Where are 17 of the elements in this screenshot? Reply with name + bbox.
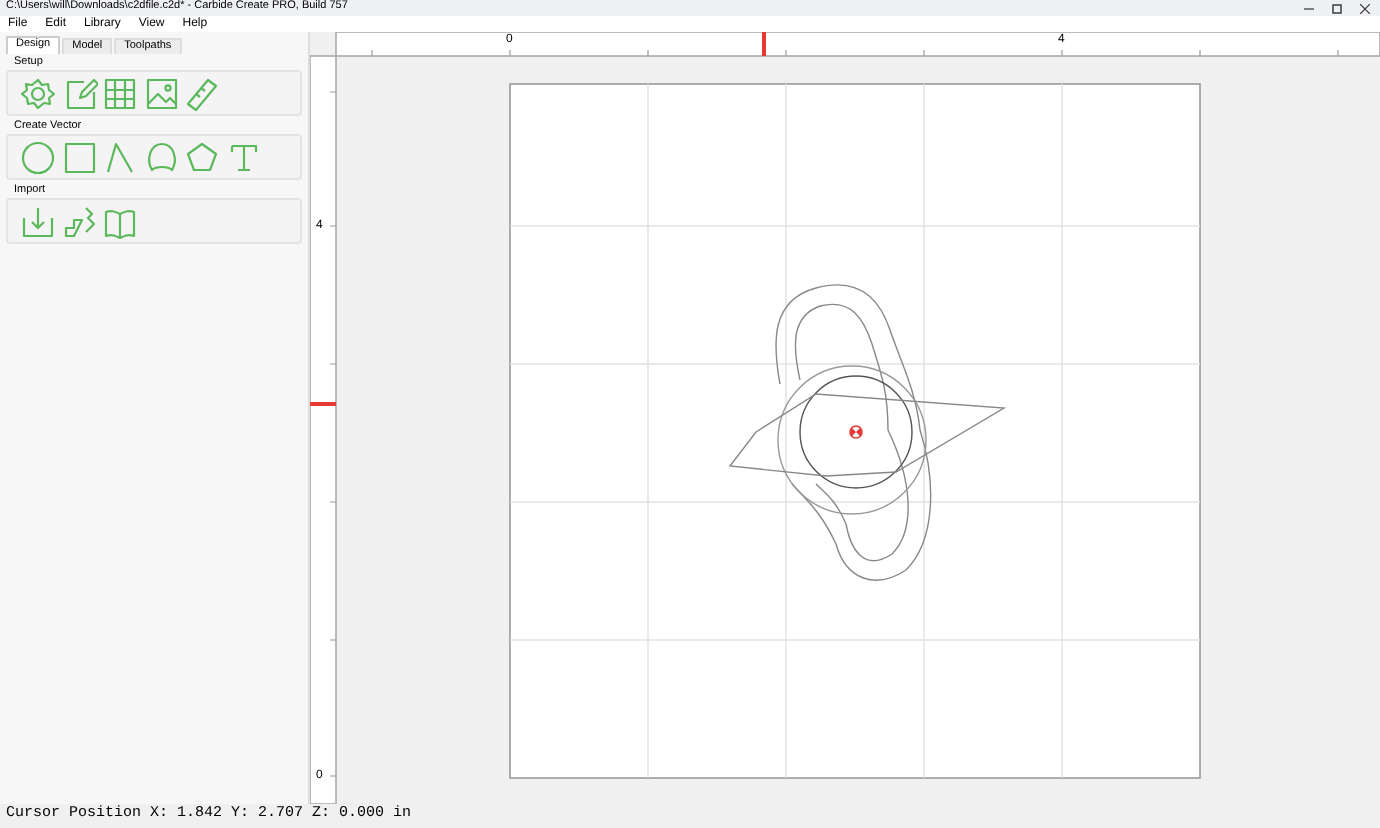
maximize-icon[interactable] bbox=[1332, 3, 1342, 13]
import-tool-icon[interactable] bbox=[20, 203, 56, 239]
arch-tool-icon[interactable] bbox=[143, 139, 179, 175]
minimize-icon[interactable] bbox=[1304, 3, 1314, 13]
ruler-tool-icon[interactable] bbox=[184, 75, 220, 111]
close-icon[interactable] bbox=[1360, 3, 1370, 13]
image-tool-icon[interactable] bbox=[143, 75, 179, 111]
origin-marker-icon bbox=[849, 425, 863, 439]
ruler-position-marker bbox=[762, 32, 765, 56]
text-tool-icon[interactable] bbox=[225, 139, 261, 175]
circle-tool-icon[interactable] bbox=[20, 139, 56, 175]
grid-tool-icon[interactable] bbox=[102, 75, 138, 111]
rect-tool-icon[interactable] bbox=[61, 139, 97, 175]
gear-tool-icon[interactable] bbox=[20, 75, 56, 111]
edit-tool-icon[interactable] bbox=[61, 75, 97, 111]
ruler-position-marker bbox=[310, 402, 336, 405]
polygon-tool-icon[interactable] bbox=[184, 139, 220, 175]
